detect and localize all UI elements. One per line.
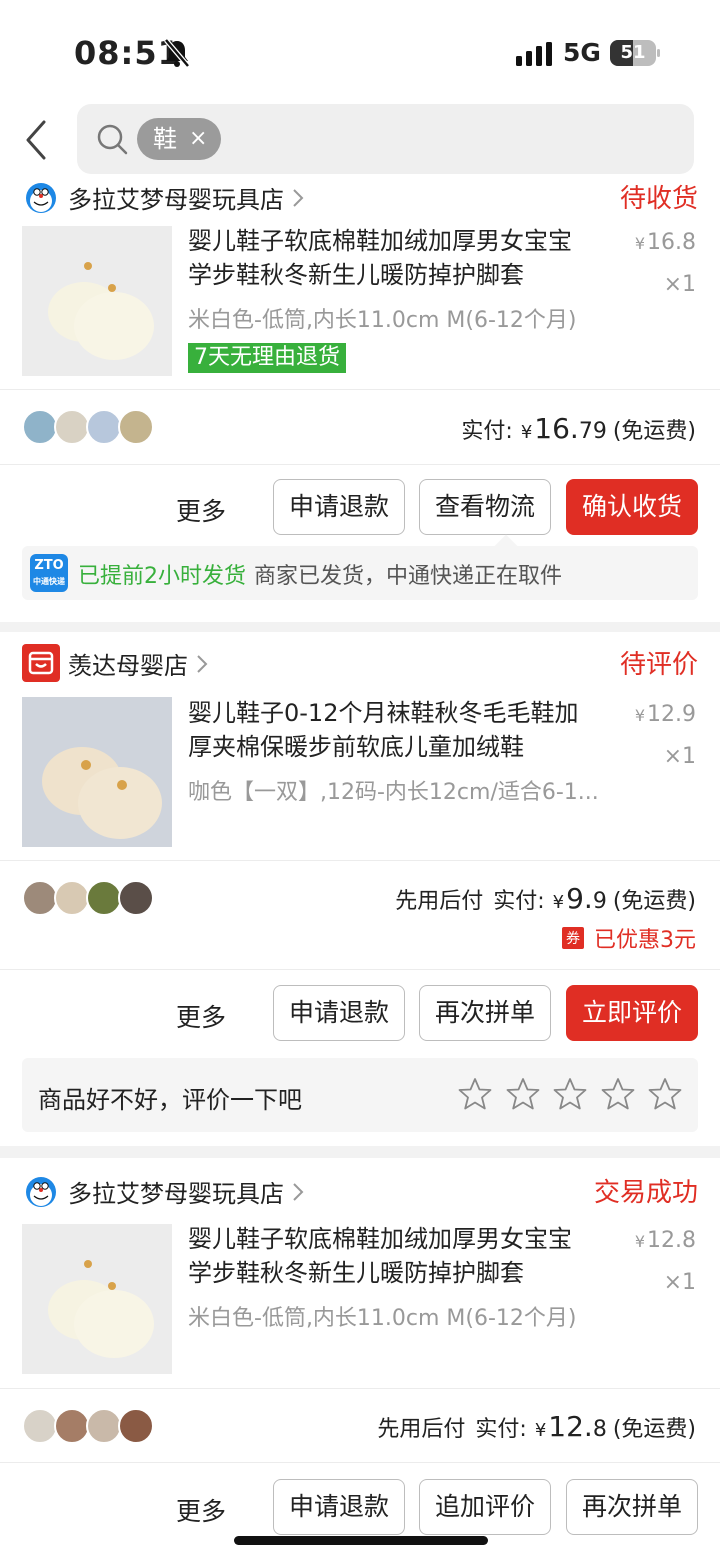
search-keyword: 鞋	[153, 125, 177, 153]
star-icon[interactable]	[458, 1077, 492, 1111]
unit-price: ¥12.8	[634, 1228, 696, 1253]
paid-amount: 先用后付 实付: ¥ 9. 9 (免运费)	[395, 882, 696, 915]
pay-later-label: 先用后付	[377, 1417, 466, 1442]
quantity: ×1	[663, 1270, 696, 1295]
avatar	[118, 1408, 154, 1444]
order-card-1[interactable]: 多拉艾梦母婴玩具店 待收货 婴儿鞋子软底棉鞋加绒加厚男女宝宝 学步鞋秋冬新生儿暖…	[0, 176, 720, 622]
more-link[interactable]: 更多	[176, 1492, 226, 1528]
chevron-right-icon	[293, 188, 304, 207]
avatar	[118, 409, 154, 445]
shop-name: 多拉艾梦母婴玩具店	[68, 1180, 284, 1208]
product-spec: 咖色【一双】,12码-内长12cm/适合6-1...	[188, 780, 599, 805]
logistics-text: 已提前2小时发货 商家已发货，中通快递正在取件	[78, 564, 563, 589]
quantity: ×1	[663, 272, 696, 297]
avatar	[86, 409, 122, 445]
signal-icon	[516, 42, 552, 66]
shop-logo-icon	[22, 178, 60, 216]
return-policy-badge: 7天无理由退货	[188, 343, 346, 373]
network-type: 5G	[563, 38, 601, 67]
search-input[interactable]: 鞋 ×	[77, 104, 694, 174]
confirm-receipt-button[interactable]: 确认收货	[566, 479, 698, 535]
avatar	[22, 409, 58, 445]
refund-button[interactable]: 申请退款	[273, 479, 405, 535]
unit-price: ¥16.8	[634, 230, 696, 255]
shop-row[interactable]: 多拉艾梦母婴玩具店 交易成功	[0, 1170, 720, 1214]
product-title[interactable]: 婴儿鞋子软底棉鞋加绒加厚男女宝宝 学步鞋秋冬新生儿暖防掉护脚套	[188, 224, 608, 292]
avatar	[22, 1408, 58, 1444]
zto-logo-icon: ZTO 中通快递	[30, 554, 68, 592]
close-icon[interactable]: ×	[189, 118, 207, 160]
battery-icon: 51	[610, 40, 660, 66]
add-review-button[interactable]: 追加评价	[419, 1479, 551, 1535]
avatar	[118, 880, 154, 916]
coupon-discount: 券 已优惠3元	[562, 922, 696, 954]
home-indicator[interactable]	[234, 1536, 488, 1545]
search-icon	[97, 124, 128, 155]
logistics-notice[interactable]: ZTO 中通快递 已提前2小时发货 商家已发货，中通快递正在取件	[22, 534, 698, 600]
shop-name: 羡达母婴店	[68, 652, 188, 680]
order-status: 交易成功	[593, 1178, 698, 1208]
review-prompt: 商品好不好，评价一下吧	[22, 1058, 698, 1132]
review-now-button[interactable]: 立即评价	[566, 985, 698, 1041]
reorder-button[interactable]: 再次拼单	[419, 985, 551, 1041]
buyer-avatars	[22, 409, 162, 445]
product-image[interactable]	[22, 697, 172, 847]
shop-name-link[interactable]: 多拉艾梦母婴玩具店	[68, 1174, 304, 1209]
avatar	[54, 409, 90, 445]
shop-name-link[interactable]: 多拉艾梦母婴玩具店	[68, 180, 304, 215]
star-icon[interactable]	[553, 1077, 587, 1111]
paid-amount: 先用后付 实付: ¥ 12. 8 (免运费)	[377, 1410, 696, 1443]
buyer-avatars	[22, 880, 162, 916]
search-keyword-chip[interactable]: 鞋 ×	[137, 118, 222, 160]
paid-amount: 实付: ¥ 16. 79 (免运费)	[461, 412, 696, 445]
more-link[interactable]: 更多	[176, 492, 226, 528]
bell-slash-icon	[164, 38, 190, 68]
avatar	[86, 1408, 122, 1444]
status-bar: 08:51 5G 51	[0, 0, 720, 104]
order-card-2[interactable]: 羡达母婴店 待评价 婴儿鞋子0-12个月袜鞋秋冬毛毛鞋加 厚夹棉保暖步前软底儿童…	[0, 632, 720, 1146]
star-icon[interactable]	[648, 1077, 682, 1111]
refund-button[interactable]: 申请退款	[273, 985, 405, 1041]
chevron-right-icon	[197, 654, 208, 673]
product-spec: 米白色-低筒,内长11.0cm M(6-12个月)	[188, 1306, 577, 1331]
order-status: 待评价	[619, 650, 698, 680]
avatar	[86, 880, 122, 916]
coupon-icon: 券	[562, 927, 584, 949]
avatar	[22, 880, 58, 916]
shop-row[interactable]: 羡达母婴店 待评价	[0, 642, 720, 686]
battery-text: 51	[620, 42, 646, 63]
more-link[interactable]: 更多	[176, 998, 226, 1034]
star-icon[interactable]	[601, 1077, 635, 1111]
shop-name: 多拉艾梦母婴玩具店	[68, 186, 284, 214]
shop-logo-icon	[22, 1172, 60, 1210]
order-card-3[interactable]: 多拉艾梦母婴玩具店 交易成功 婴儿鞋子软底棉鞋加绒加厚男女宝宝 学步鞋秋冬新生儿…	[0, 1158, 720, 1560]
chevron-right-icon	[293, 1182, 304, 1201]
star-icon[interactable]	[506, 1077, 540, 1111]
buyer-avatars	[22, 1408, 162, 1444]
quantity: ×1	[663, 744, 696, 769]
shop-row[interactable]: 多拉艾梦母婴玩具店 待收货	[0, 176, 720, 220]
refund-button[interactable]: 申请退款	[273, 1479, 405, 1535]
search-header: 鞋 ×	[0, 104, 720, 176]
review-prompt-text: 商品好不好，评价一下吧	[38, 1086, 302, 1114]
product-spec: 米白色-低筒,内长11.0cm M(6-12个月)	[188, 308, 577, 333]
pay-later-label: 先用后付	[395, 889, 484, 914]
track-logistics-button[interactable]: 查看物流	[419, 479, 551, 535]
product-title[interactable]: 婴儿鞋子软底棉鞋加绒加厚男女宝宝 学步鞋秋冬新生儿暖防掉护脚套	[188, 1222, 608, 1290]
avatar	[54, 880, 90, 916]
store-icon	[22, 644, 60, 682]
order-status: 待收货	[619, 184, 698, 214]
reorder-button[interactable]: 再次拼单	[566, 1479, 698, 1535]
back-arrow-icon[interactable]	[22, 118, 52, 162]
product-image[interactable]	[22, 1224, 172, 1374]
product-image[interactable]	[22, 226, 172, 376]
shop-name-link[interactable]: 羡达母婴店	[68, 646, 208, 681]
unit-price: ¥12.9	[634, 702, 696, 727]
product-title[interactable]: 婴儿鞋子0-12个月袜鞋秋冬毛毛鞋加 厚夹棉保暖步前软底儿童加绒鞋	[188, 696, 608, 764]
avatar	[54, 1408, 90, 1444]
